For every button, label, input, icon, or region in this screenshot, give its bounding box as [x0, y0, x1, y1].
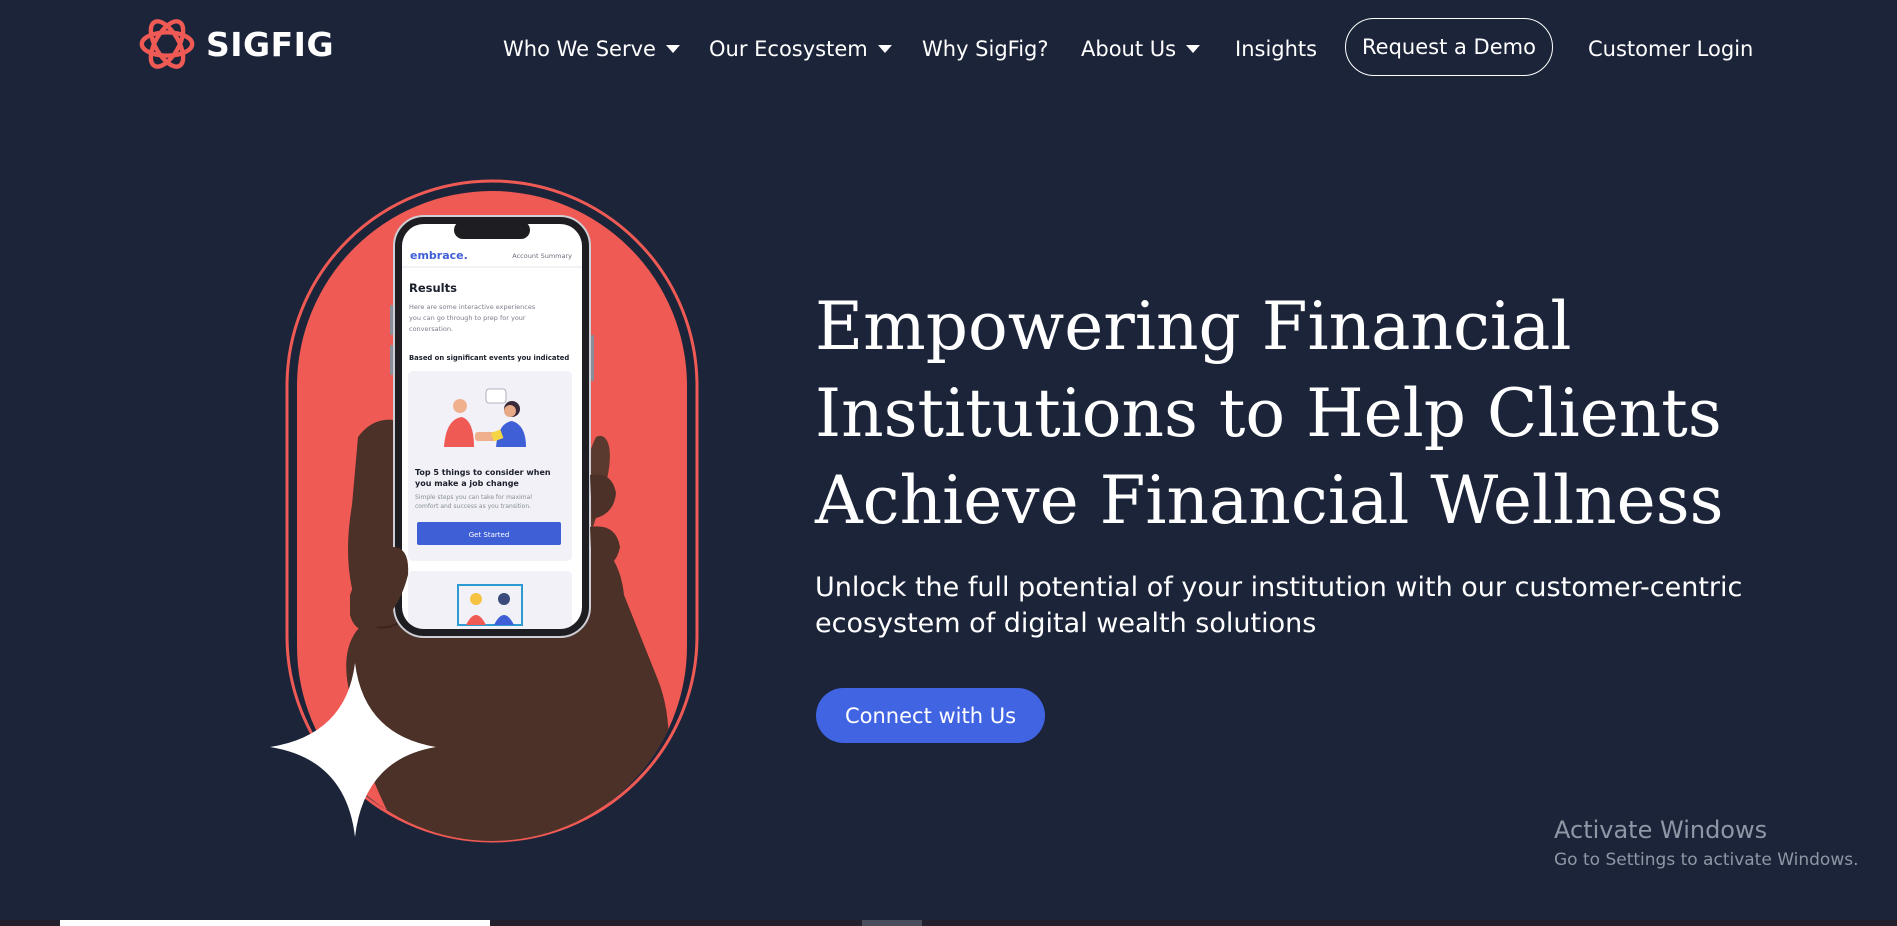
sigfig-logo[interactable]: SIGFIG [136, 12, 334, 76]
sigfig-logo-icon [139, 19, 195, 69]
nav-label: About Us [1081, 37, 1177, 61]
headline-line: Institutions to Help Clients [815, 375, 1722, 452]
next-section-tile [862, 920, 922, 926]
phone-intro-line: Here are some interactive experiences [409, 303, 536, 311]
phone-app-name: embrace. [410, 249, 468, 262]
chevron-down-icon [1186, 45, 1201, 53]
activate-windows-title: Activate Windows [1554, 816, 1768, 844]
headline-line: Achieve Financial Wellness [815, 462, 1724, 539]
phone-intro-line: conversation. [409, 325, 453, 333]
phone-get-started-label: Get Started [469, 531, 510, 539]
nav-label: Who We Serve [503, 37, 656, 61]
nav-why-sigfig[interactable]: Why SigFig? [922, 34, 1049, 64]
customer-login-link[interactable]: Customer Login [1588, 34, 1753, 64]
hero-illustration: embrace. Account Summary Results Here ar… [270, 179, 699, 843]
activate-windows-subtitle: Go to Settings to activate Windows. [1554, 850, 1859, 870]
headline-line: Empowering Financial [815, 288, 1572, 365]
chevron-down-icon [665, 45, 680, 53]
hero-headline: Empowering Financial Institutions to Hel… [815, 283, 1815, 544]
phone-card-title: you make a job change [415, 479, 519, 488]
subtext-line: Unlock the full potential of your instit… [815, 572, 1743, 603]
nav-insights[interactable]: Insights [1235, 34, 1317, 64]
phone-header-link: Account Summary [512, 252, 572, 260]
hero-subtext: Unlock the full potential of your instit… [815, 570, 1775, 642]
phone-card-body: comfort and success as you transition. [415, 503, 531, 510]
subtext-line: ecosystem of digital wealth solutions [815, 608, 1317, 639]
nav-label: Insights [1235, 37, 1318, 61]
phone-card-body: Simple steps you can take for maximal [415, 494, 532, 501]
next-section-tile [60, 920, 490, 926]
phone-notch [454, 221, 530, 239]
request-demo-button[interactable]: Request a Demo [1345, 18, 1553, 76]
phone-card-title: Top 5 things to consider when [415, 468, 551, 477]
nav-label: Why SigFig? [922, 37, 1049, 61]
chevron-down-icon [877, 45, 892, 53]
nav-who-we-serve[interactable]: Who We Serve [503, 34, 680, 64]
nav-our-ecosystem[interactable]: Our Ecosystem [709, 34, 892, 64]
connect-with-us-button[interactable]: Connect with Us [816, 688, 1045, 743]
nav-about-us[interactable]: About Us [1081, 34, 1201, 64]
phone-section-label: Based on significant events you indicate… [409, 354, 569, 362]
phone-title: Results [409, 281, 457, 295]
phone-intro-line: you can go through to prep for your [409, 314, 526, 322]
nav-label: Our Ecosystem [709, 37, 868, 61]
brand-name: SIGFIG [206, 24, 335, 64]
